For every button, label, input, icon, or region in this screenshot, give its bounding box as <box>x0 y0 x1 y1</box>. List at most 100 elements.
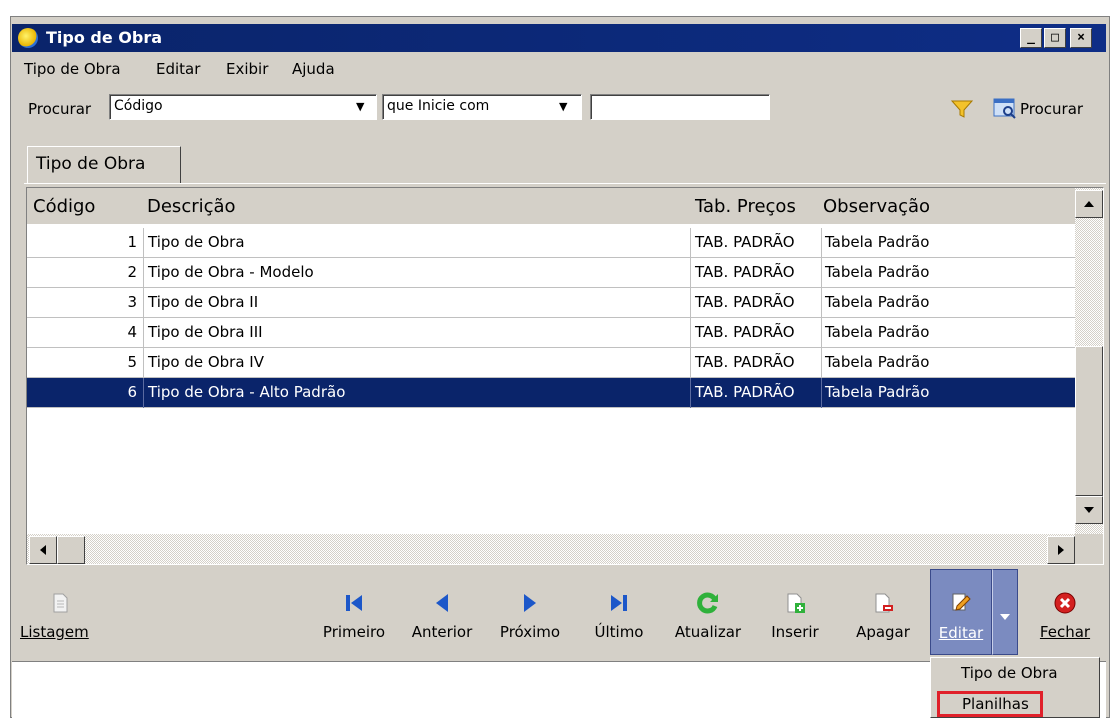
inserir-label: Inserir <box>771 623 819 641</box>
column-header-descricao[interactable]: Descrição <box>147 196 236 217</box>
listagem-button[interactable]: Listagem <box>20 573 100 655</box>
search-icon[interactable] <box>992 96 1018 120</box>
anterior-button[interactable]: Anterior <box>402 573 482 655</box>
fechar-button[interactable]: Fechar <box>1030 573 1100 655</box>
cell-descricao: Tipo de Obra IV <box>148 353 264 371</box>
close-window-button[interactable]: × <box>1070 28 1092 48</box>
cell-descricao: Tipo de Obra <box>148 233 245 251</box>
vertical-scroll-thumb[interactable] <box>1075 346 1103 496</box>
editar-label: Editar <box>938 624 984 642</box>
scroll-left-button[interactable] <box>29 536 57 564</box>
table-row[interactable]: 5 Tipo de Obra IV TAB. PADRÃO Tabela Pad… <box>27 348 1075 378</box>
table-row[interactable]: 4 Tipo de Obra III TAB. PADRÃO Tabela Pa… <box>27 318 1075 348</box>
column-header-observacao[interactable]: Observação <box>823 196 930 217</box>
tab-tipo-de-obra[interactable]: Tipo de Obra <box>27 146 181 184</box>
window-title: Tipo de Obra <box>46 28 163 47</box>
scroll-right-button[interactable] <box>1047 536 1075 564</box>
cell-codigo: 6 <box>127 383 137 401</box>
search-label: Procurar <box>28 100 92 118</box>
inserir-button[interactable]: Inserir <box>760 573 830 655</box>
table-row[interactable]: 1 Tipo de Obra TAB. PADRÃO Tabela Padrão <box>27 228 1075 258</box>
cell-codigo: 2 <box>127 263 137 281</box>
menu-editar[interactable]: Editar <box>156 60 200 78</box>
cell-codigo: 4 <box>127 323 137 341</box>
primeiro-label: Primeiro <box>322 623 386 641</box>
cell-tab-precos: TAB. PADRÃO <box>695 263 795 281</box>
search-button[interactable]: Procurar <box>1020 100 1083 118</box>
editar-dropdown-button[interactable] <box>992 569 1018 655</box>
previous-record-icon <box>430 591 454 615</box>
cell-codigo: 5 <box>127 353 137 371</box>
column-header-codigo[interactable]: Código <box>33 196 95 217</box>
search-condition-select[interactable]: que Inicie com ▼ <box>382 94 582 120</box>
cell-tab-precos: TAB. PADRÃO <box>695 383 795 401</box>
insert-document-icon <box>783 591 807 615</box>
popup-item-tipo-de-obra[interactable]: Tipo de Obra <box>961 664 1058 682</box>
horizontal-scroll-thumb[interactable] <box>57 536 85 564</box>
refresh-icon <box>696 591 720 615</box>
cell-tab-precos: TAB. PADRÃO <box>695 233 795 251</box>
cell-codigo: 1 <box>127 233 137 251</box>
maximize-button[interactable]: □ <box>1044 28 1066 48</box>
primeiro-button[interactable]: Primeiro <box>318 573 390 655</box>
cell-observacao: Tabela Padrão <box>825 353 930 371</box>
cell-descricao: Tipo de Obra III <box>148 323 263 341</box>
toolbar: Listagem Primeiro Anterior Próximo Últim… <box>12 569 1106 661</box>
cell-tab-precos: TAB. PADRÃO <box>695 293 795 311</box>
column-header-tab-precos[interactable]: Tab. Preços <box>695 196 796 217</box>
next-record-icon <box>518 591 542 615</box>
search-field-select[interactable]: Código ▼ <box>109 94 377 120</box>
scroll-up-button[interactable] <box>1075 190 1103 218</box>
search-text-input[interactable] <box>590 94 770 120</box>
search-condition-value: que Inicie com <box>387 98 490 114</box>
cell-descricao: Tipo de Obra II <box>148 293 259 311</box>
proximo-label: Próximo <box>499 623 561 641</box>
cell-tab-precos: TAB. PADRÃO <box>695 323 795 341</box>
menu-tipo-de-obra[interactable]: Tipo de Obra <box>24 60 121 78</box>
edit-pencil-icon <box>949 590 973 614</box>
minimize-button[interactable]: _ <box>1020 28 1042 48</box>
cell-descricao: Tipo de Obra - Alto Padrão <box>148 383 346 401</box>
atualizar-label: Atualizar <box>674 623 742 641</box>
first-record-icon <box>342 591 366 615</box>
chevron-down-icon: ▼ <box>356 100 365 113</box>
editar-button[interactable]: Editar <box>930 569 992 655</box>
apagar-button[interactable]: Apagar <box>846 573 920 655</box>
cell-observacao: Tabela Padrão <box>825 323 930 341</box>
menu-bar: Tipo de Obra Editar Exibir Ajuda <box>18 60 418 82</box>
cell-observacao: Tabela Padrão <box>825 263 930 281</box>
proximo-button[interactable]: Próximo <box>490 573 570 655</box>
listagem-label: Listagem <box>20 623 89 641</box>
table-row[interactable]: 2 Tipo de Obra - Modelo TAB. PADRÃO Tabe… <box>27 258 1075 288</box>
document-icon <box>48 591 72 615</box>
anterior-label: Anterior <box>411 623 473 641</box>
table-row[interactable]: 3 Tipo de Obra II TAB. PADRÃO Tabela Pad… <box>27 288 1075 318</box>
search-field-value: Código <box>114 98 163 114</box>
delete-document-icon <box>871 591 895 615</box>
atualizar-button[interactable]: Atualizar <box>666 573 750 655</box>
popup-item-planilhas-label: Planilhas <box>962 695 1029 713</box>
data-grid: Código Descrição Tab. Preços Observação … <box>26 187 1104 565</box>
menu-exibir[interactable]: Exibir <box>226 60 268 78</box>
last-record-icon <box>607 591 631 615</box>
cell-descricao: Tipo de Obra - Modelo <box>148 263 314 281</box>
filter-icon[interactable] <box>950 98 974 120</box>
ultimo-button[interactable]: Último <box>582 573 656 655</box>
table-row-selected[interactable]: 6 Tipo de Obra - Alto Padrão TAB. PADRÃO… <box>27 378 1075 408</box>
title-bar[interactable]: Tipo de Obra _ □ × <box>12 24 1106 52</box>
menu-ajuda[interactable]: Ajuda <box>292 60 335 78</box>
chevron-down-icon <box>1000 606 1010 624</box>
scroll-down-button[interactable] <box>1075 496 1103 524</box>
cell-observacao: Tabela Padrão <box>825 293 930 311</box>
grid-header: Código Descrição Tab. Preços Observação <box>27 188 1075 224</box>
horizontal-scrollbar[interactable] <box>27 534 1075 564</box>
ultimo-label: Último <box>594 623 644 641</box>
cell-observacao: Tabela Padrão <box>825 383 930 401</box>
chevron-down-icon: ▼ <box>559 100 568 113</box>
cell-codigo: 3 <box>127 293 137 311</box>
close-icon <box>1053 591 1077 615</box>
app-icon <box>18 28 38 48</box>
cell-observacao: Tabela Padrão <box>825 233 930 251</box>
popup-item-planilhas[interactable]: Planilhas <box>937 691 1043 717</box>
scroll-corner <box>1075 534 1103 564</box>
